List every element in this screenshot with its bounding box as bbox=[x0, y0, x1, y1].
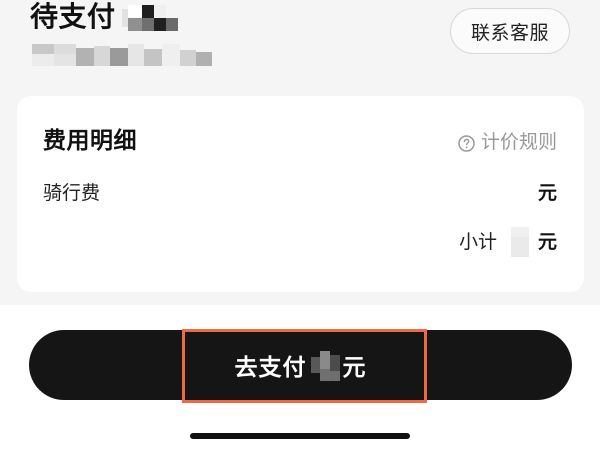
home-indicator bbox=[190, 433, 410, 439]
question-circle-icon bbox=[458, 134, 475, 152]
fee-detail-card: 费用明细 计价规则 骑行费 元 小计 元 bbox=[17, 96, 584, 292]
fee-detail-title: 费用明细 bbox=[43, 128, 137, 154]
redacted-subtotal-amount bbox=[510, 227, 529, 257]
subtotal-unit: 元 bbox=[537, 231, 557, 253]
contact-support-button[interactable]: 联系客服 bbox=[450, 8, 570, 54]
subtotal-label: 小计 bbox=[458, 231, 497, 253]
pay-button-unit: 元 bbox=[342, 355, 367, 381]
redacted-order-time-mosaic bbox=[32, 44, 212, 66]
redacted-pay-amount bbox=[310, 349, 341, 381]
riding-fee-unit: 元 bbox=[537, 182, 557, 204]
pay-button-label: 去支付 bbox=[234, 355, 307, 381]
order-status-header: 待支付 联系客服 bbox=[0, 0, 600, 90]
bottom-payment-bar: 去支付 元 bbox=[0, 305, 600, 450]
pricing-rules-label: 计价规则 bbox=[480, 131, 557, 153]
go-pay-button[interactable]: 去支付 元 bbox=[29, 330, 572, 400]
payment-status-title: 待支付 bbox=[30, 0, 116, 33]
riding-fee-label: 骑行费 bbox=[43, 182, 101, 204]
payment-screen: 待支付 联系客服 费用明细 计价规则 骑行费 元 小计 元 去支付 元 bbox=[0, 0, 600, 450]
pricing-rules-link[interactable]: 计价规则 bbox=[458, 130, 557, 154]
subtotal-row: 小计 元 bbox=[459, 226, 557, 258]
riding-fee-row: 骑行费 元 bbox=[43, 180, 557, 210]
redacted-title-mosaic bbox=[122, 5, 178, 31]
